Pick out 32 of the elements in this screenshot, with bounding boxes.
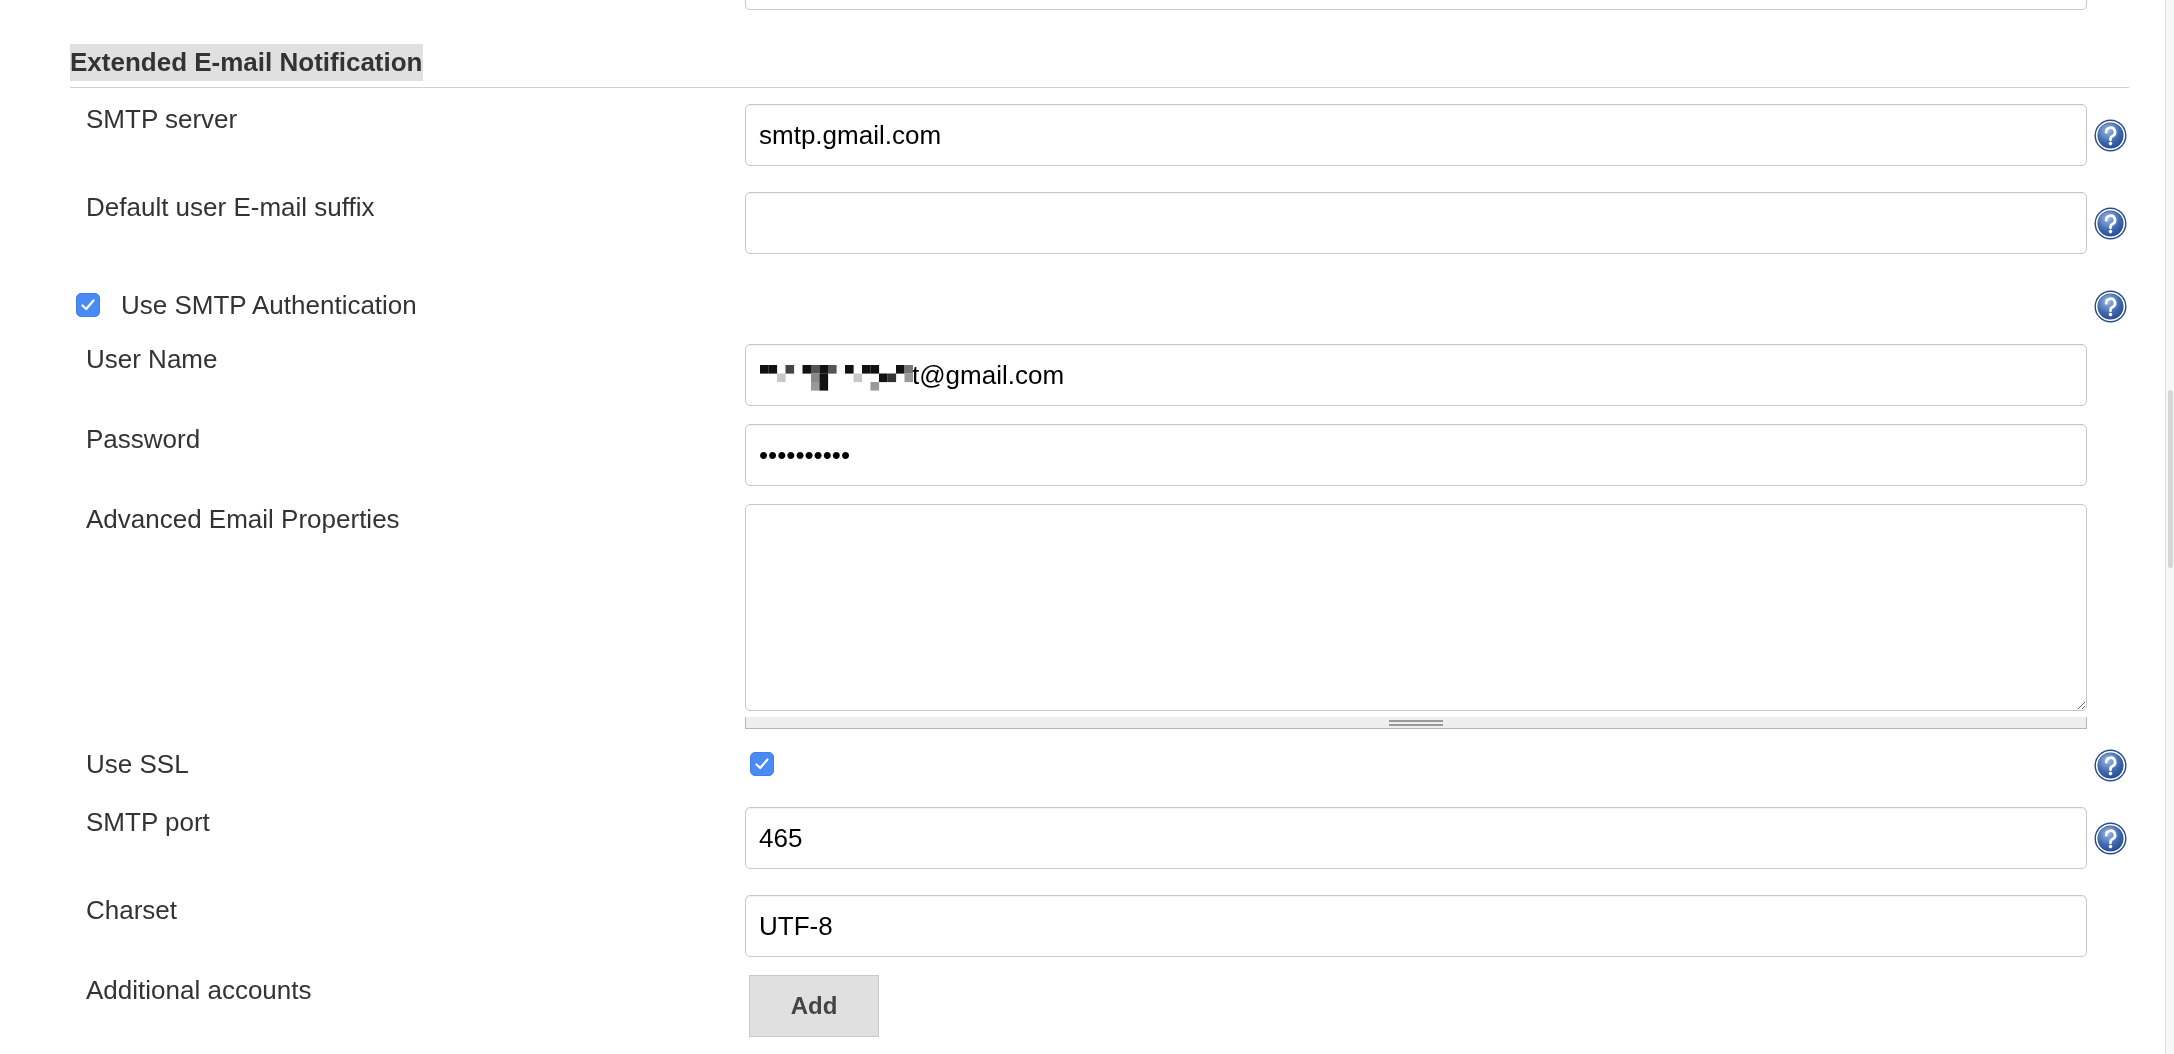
scrollbar[interactable] xyxy=(2165,0,2174,1054)
field-label: SMTP server xyxy=(86,104,238,134)
text-field[interactable]: UTF-8 xyxy=(745,895,2087,957)
text-field[interactable]: t@gmail.com xyxy=(745,344,2087,406)
checkbox[interactable] xyxy=(750,752,774,776)
help-icon[interactable] xyxy=(2094,822,2127,855)
field-label: Charset xyxy=(86,895,178,925)
help-icon[interactable] xyxy=(2094,748,2127,782)
text-field[interactable]: 465 xyxy=(745,807,2087,869)
field-label: Use SSL xyxy=(86,748,189,779)
field-label: Advanced Email Properties xyxy=(86,504,400,534)
field-label: SMTP port xyxy=(86,807,210,837)
text-field[interactable] xyxy=(745,192,2087,254)
checkbox-label: Use SMTP Authentication xyxy=(121,290,417,320)
field-label: User Name xyxy=(86,344,218,374)
scrollbar-thumb[interactable] xyxy=(2167,390,2173,568)
field-label: Default user E-mail suffix xyxy=(86,192,375,222)
grip-icon xyxy=(1389,719,1443,726)
text-field[interactable]: •••••••••• xyxy=(745,424,2087,486)
section-title: Extended E-mail Notification xyxy=(70,44,423,81)
field-label: Password xyxy=(86,424,201,454)
help-icon[interactable] xyxy=(2094,289,2127,323)
help-icon[interactable] xyxy=(2094,119,2127,152)
checkmark-icon xyxy=(81,299,95,311)
text-field[interactable] xyxy=(745,0,2087,10)
field-label: Additional accounts xyxy=(86,975,312,1005)
add-button[interactable]: Add xyxy=(749,975,879,1037)
help-icon[interactable] xyxy=(2094,207,2127,240)
resize-handle[interactable] xyxy=(745,717,2087,729)
checkbox[interactable] xyxy=(76,293,100,317)
checkmark-icon xyxy=(755,758,769,770)
text-field[interactable]: smtp.gmail.com xyxy=(745,104,2087,166)
